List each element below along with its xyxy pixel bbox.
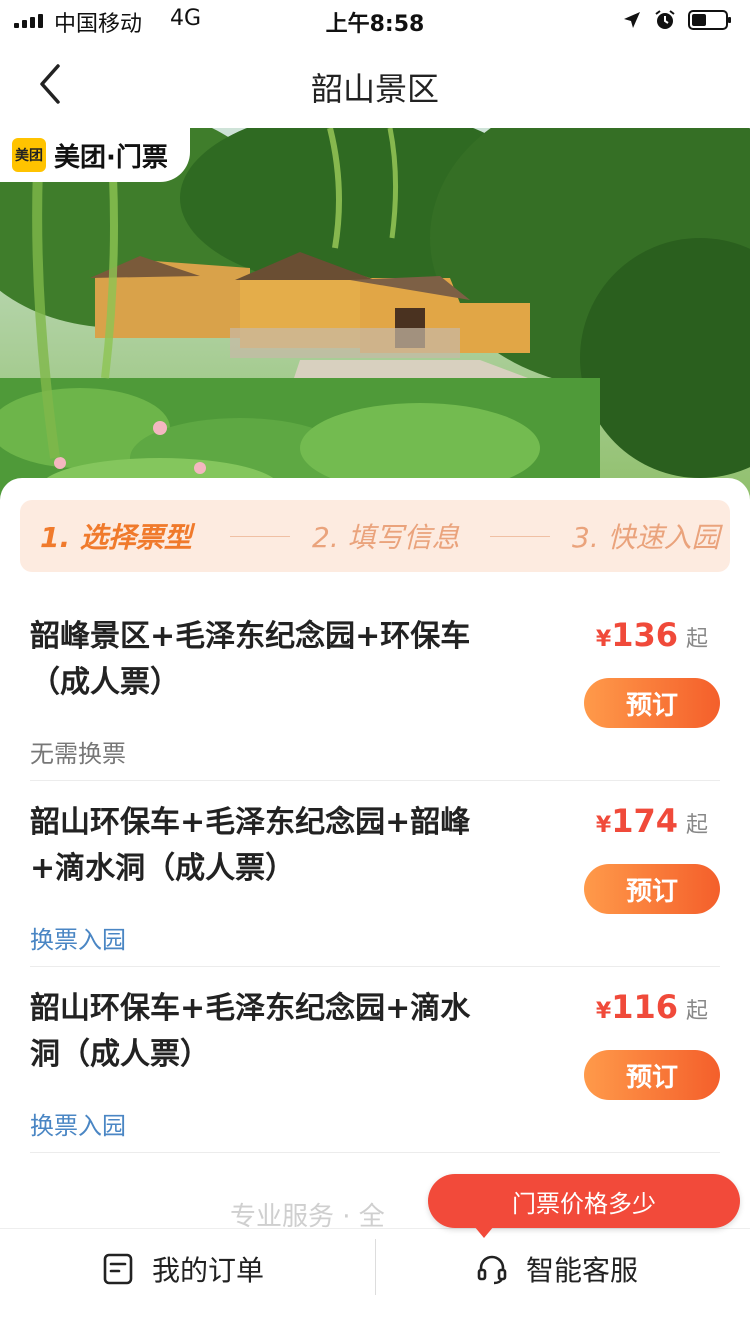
price-value: 174 bbox=[611, 802, 678, 840]
location-arrow-icon bbox=[624, 12, 640, 28]
hero-image bbox=[0, 128, 750, 508]
step-quick-entry: 3. 快速入园 bbox=[572, 521, 720, 554]
meituan-logo-icon: 美团 bbox=[12, 138, 46, 172]
ticket-item[interactable]: 韶峰景区+毛泽东纪念园+环保车（成人票） 无需换票 ¥136 起 预订 bbox=[30, 594, 720, 781]
status-bar: 中国移动 4G 上午8:58 bbox=[0, 0, 750, 40]
alarm-clock-icon bbox=[655, 10, 675, 29]
page-title: 韶山景区 bbox=[310, 70, 439, 108]
ticket-price: ¥174 起 bbox=[596, 802, 708, 840]
currency-symbol: ¥ bbox=[595, 813, 612, 838]
book-button[interactable]: 预订 bbox=[584, 1050, 720, 1100]
ticket-name: 韶山环保车+毛泽东纪念园+韶峰+滴水洞（成人票） bbox=[30, 805, 471, 886]
brand-name: 美团·门票 bbox=[54, 142, 168, 173]
booking-steps: 1. 选择票型 2. 填写信息 3. 快速入园 bbox=[20, 500, 730, 572]
battery-icon bbox=[688, 10, 731, 30]
ticket-price: ¥136 起 bbox=[596, 616, 708, 654]
price-suffix: 起 bbox=[685, 813, 708, 838]
ticket-note: 换票入园 bbox=[30, 926, 126, 954]
book-button[interactable]: 预订 bbox=[584, 864, 720, 914]
my-orders-label: 我的订单 bbox=[152, 1254, 265, 1287]
price-suffix: 起 bbox=[685, 627, 708, 652]
price-suffix: 起 bbox=[685, 999, 708, 1024]
my-orders-button[interactable]: 我的订单 bbox=[102, 1249, 264, 1289]
bottom-divider bbox=[375, 1239, 376, 1295]
chat-suggestion-bubble[interactable]: 门票价格多少 bbox=[428, 1174, 740, 1238]
ticket-name: 韶峰景区+毛泽东纪念园+环保车（成人票） bbox=[30, 619, 471, 700]
ticket-name: 韶山环保车+毛泽东纪念园+滴水洞（成人票） bbox=[30, 991, 471, 1072]
brand-badge: 美团 美团·门票 bbox=[0, 128, 190, 182]
ticket-content: 1. 选择票型 2. 填写信息 3. 快速入园 韶峰景区+毛泽东纪念园+环保车（… bbox=[0, 478, 750, 1238]
step-divider bbox=[230, 536, 290, 537]
step-select-ticket: 1. 选择票型 bbox=[40, 521, 192, 554]
ticket-price: ¥116 起 bbox=[596, 988, 708, 1026]
currency-symbol: ¥ bbox=[595, 627, 612, 652]
order-list-icon bbox=[103, 1253, 133, 1285]
ticket-note: 无需换票 bbox=[30, 740, 126, 768]
step-divider bbox=[490, 536, 550, 537]
currency-symbol: ¥ bbox=[595, 999, 612, 1024]
ticket-note: 换票入园 bbox=[30, 1112, 126, 1140]
headset-icon bbox=[477, 1255, 507, 1285]
price-value: 136 bbox=[611, 616, 678, 654]
smart-service-button[interactable]: 智能客服 bbox=[476, 1249, 638, 1289]
price-value: 116 bbox=[611, 988, 678, 1026]
nav-bar: 韶山景区 bbox=[0, 44, 750, 128]
book-button[interactable]: 预订 bbox=[584, 678, 720, 728]
smart-service-label: 智能客服 bbox=[526, 1254, 639, 1287]
ticket-item[interactable]: 韶山环保车+毛泽东纪念园+滴水洞（成人票） 换票入园 ¥116 起 预订 bbox=[30, 966, 720, 1153]
step-fill-info: 2. 填写信息 bbox=[312, 521, 460, 554]
bottom-bar: 我的订单 智能客服 bbox=[0, 1228, 750, 1335]
ticket-item[interactable]: 韶山环保车+毛泽东纪念园+韶峰+滴水洞（成人票） 换票入园 ¥174 起 预订 bbox=[30, 780, 720, 967]
